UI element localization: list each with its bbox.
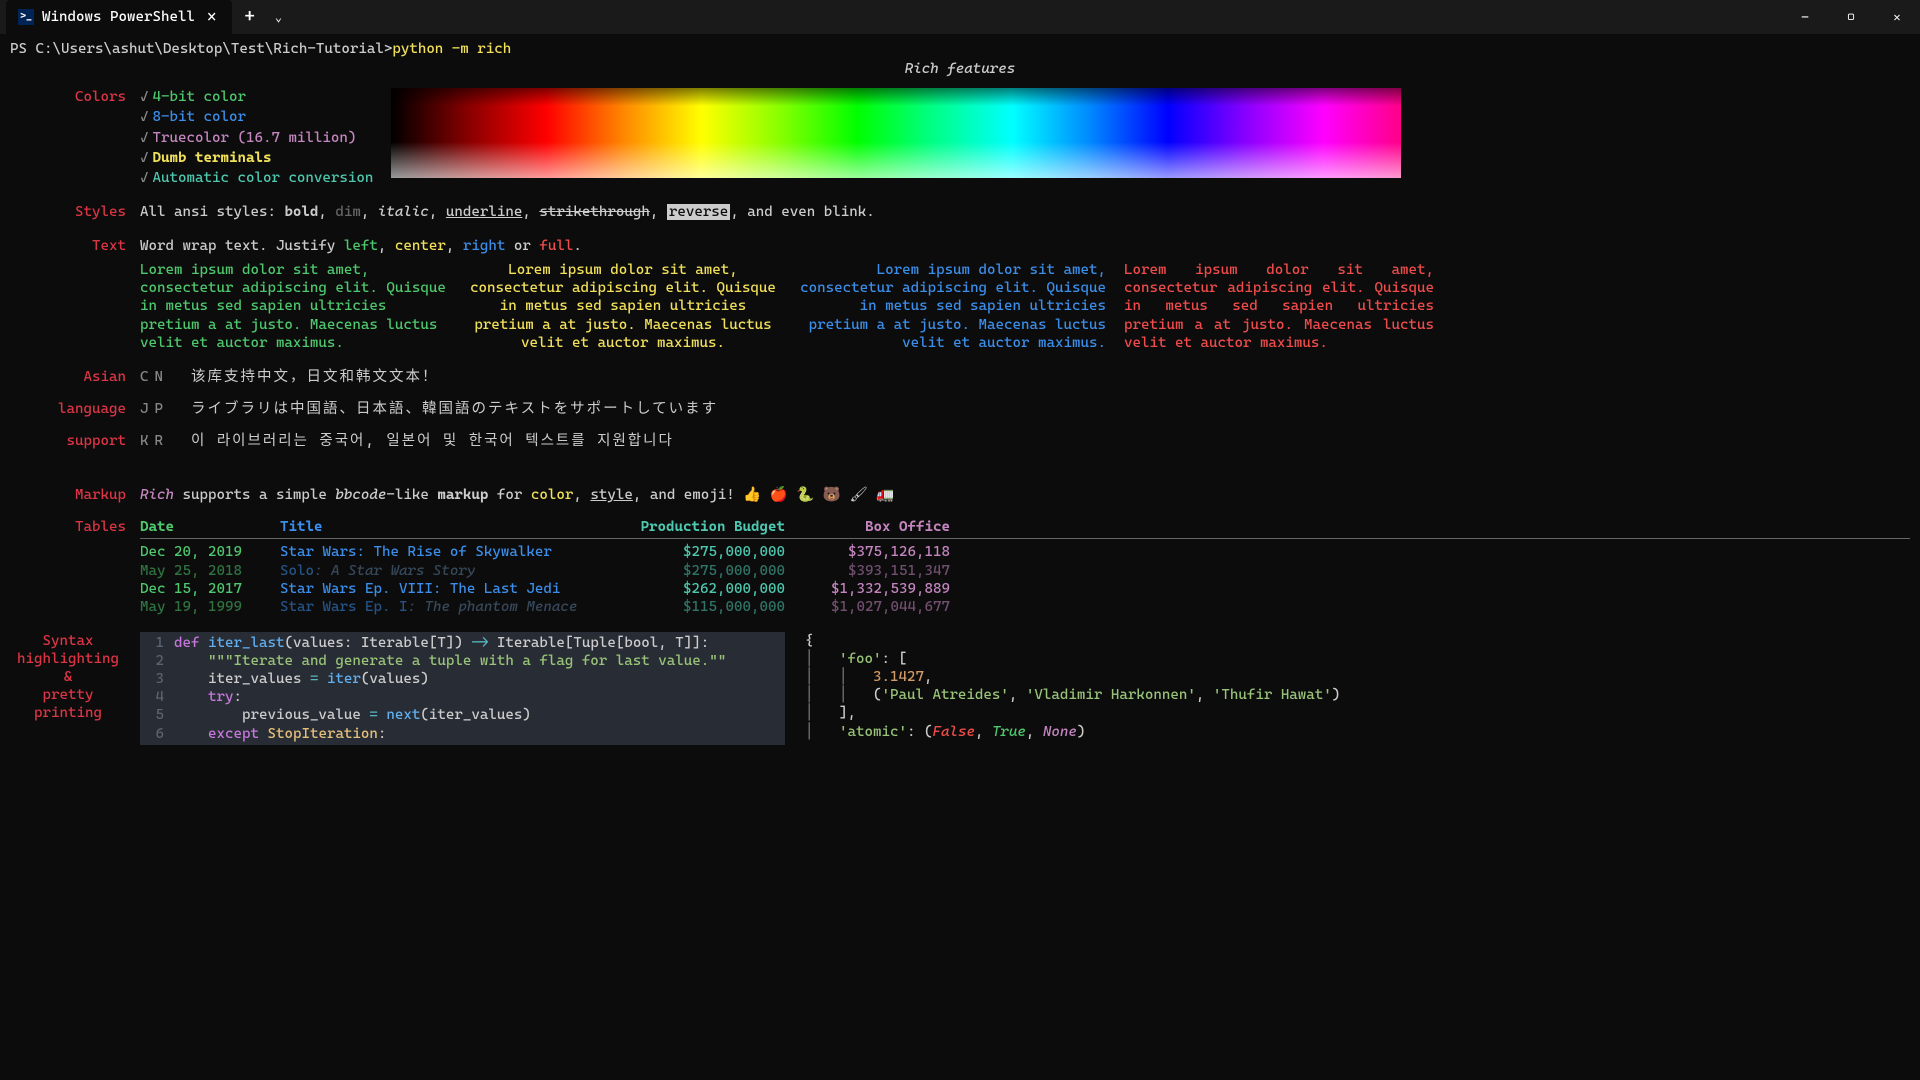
check-icon: ✓ bbox=[140, 109, 149, 125]
tab-powershell[interactable]: >_ Windows PowerShell × bbox=[6, 0, 232, 34]
output-title: Rich features bbox=[10, 60, 1910, 78]
new-tab-button[interactable]: + bbox=[232, 6, 267, 29]
label-styles: Styles bbox=[10, 203, 140, 221]
titlebar: >_ Windows PowerShell × + ⌄ — ▢ ✕ bbox=[0, 0, 1920, 34]
lang-text-kr: 이 라이브러리는 중국어, 일본어 및 한국어 텍스트를 지원합니다 bbox=[191, 432, 674, 450]
asian-kr: KR 이 라이브러리는 중국어, 일본어 및 한국어 텍스트를 지원합니다 bbox=[140, 432, 1910, 450]
color-auto: Automatic color conversion bbox=[153, 170, 374, 186]
lang-code-jp: JP bbox=[140, 400, 169, 418]
maximize-button[interactable]: ▢ bbox=[1828, 0, 1874, 34]
syntax-code: 123456 def iter_last(values: Iterable[T]… bbox=[140, 632, 785, 745]
pretty-print: { │ 'foo': [ │ │ 3.1427, │ │ ('Paul Atre… bbox=[785, 632, 1340, 745]
text-justify-demo: Word wrap text. Justify left, center, ri… bbox=[140, 237, 1910, 255]
th-budget: Production Budget bbox=[610, 518, 785, 536]
label-asian: Asian bbox=[10, 368, 140, 386]
lorem-right: Lorem ipsum dolor sit amet, consectetur … bbox=[796, 261, 1106, 352]
color-4bit: 4-bit color bbox=[153, 89, 246, 105]
tab-dropdown-icon[interactable]: ⌄ bbox=[267, 10, 290, 25]
label-markup: Markup bbox=[10, 486, 140, 504]
th-date: Date bbox=[140, 518, 280, 536]
lorem-left: Lorem ipsum dolor sit amet, consectetur … bbox=[140, 261, 450, 352]
tab-title: Windows PowerShell bbox=[42, 8, 195, 26]
asian-cn: CN 该库支持中文，日文和韩文文本！ bbox=[140, 368, 1910, 386]
terminal-output[interactable]: PS C:\Users\ashut\Desktop\Test\Rich-Tuto… bbox=[0, 34, 1920, 751]
color-truecolor: Truecolor (16.7 million) bbox=[153, 130, 357, 146]
table-row: May 25, 2018Solo: A Star Wars Story$275,… bbox=[140, 562, 1910, 580]
check-icon: ✓ bbox=[140, 89, 149, 105]
table-row: Dec 20, 2019Star Wars: The Rise of Skywa… bbox=[140, 543, 1910, 561]
check-icon: ✓ bbox=[140, 150, 149, 166]
label-syntax: Syntax highlighting & pretty printing bbox=[10, 632, 140, 745]
label-text: Text bbox=[10, 237, 140, 255]
th-box: Box Office bbox=[785, 518, 950, 536]
color-gradient bbox=[391, 88, 1401, 178]
prompt-command: python -m rich bbox=[392, 40, 511, 58]
check-icon: ✓ bbox=[140, 170, 149, 186]
color-dumb: Dumb terminals bbox=[153, 150, 272, 166]
prompt: PS C:\Users\ashut\Desktop\Test\Rich-Tuto… bbox=[10, 40, 1910, 58]
color-8bit: 8-bit color bbox=[153, 109, 246, 125]
close-tab-icon[interactable]: × bbox=[203, 7, 220, 27]
window-controls: — ▢ ✕ bbox=[1782, 0, 1920, 34]
lorem-full: Lorem ipsum dolor sit amet, consectetur … bbox=[1124, 261, 1434, 352]
label-language: language bbox=[10, 400, 140, 418]
minimize-button[interactable]: — bbox=[1782, 0, 1828, 34]
th-title: Title bbox=[280, 518, 610, 536]
lorem-center: Lorem ipsum dolor sit amet, consectetur … bbox=[468, 261, 778, 352]
lang-text-cn: 该库支持中文，日文和韩文文本！ bbox=[191, 368, 439, 386]
lang-code-kr: KR bbox=[140, 432, 169, 450]
check-icon: ✓ bbox=[140, 130, 149, 146]
powershell-icon: >_ bbox=[18, 9, 34, 25]
table-row: May 19, 1999Star Wars Ep. I: The phantom… bbox=[140, 598, 1910, 616]
lorem-columns: Lorem ipsum dolor sit amet, consectetur … bbox=[140, 261, 1910, 352]
markup-demo: Rich supports a simple bbcode-like marku… bbox=[140, 486, 1910, 504]
label-colors: Colors bbox=[10, 88, 140, 106]
label-support: support bbox=[10, 432, 140, 450]
prompt-path: PS C:\Users\ashut\Desktop\Test\Rich-Tuto… bbox=[10, 40, 392, 58]
lang-code-cn: CN bbox=[140, 368, 169, 386]
label-tables: Tables bbox=[10, 518, 140, 616]
styles-demo: All ansi styles: bold, dim, italic, unde… bbox=[140, 203, 1910, 221]
movies-table: Date Title Production Budget Box Office … bbox=[140, 518, 1910, 616]
close-button[interactable]: ✕ bbox=[1874, 0, 1920, 34]
table-row: Dec 15, 2017Star Wars Ep. VIII: The Last… bbox=[140, 580, 1910, 598]
lang-text-jp: ライブラリは中国語、日本語、韓国語のテキストをサポートしています bbox=[191, 400, 718, 418]
asian-jp: JP ライブラリは中国語、日本語、韓国語のテキストをサポートしています bbox=[140, 400, 1910, 418]
